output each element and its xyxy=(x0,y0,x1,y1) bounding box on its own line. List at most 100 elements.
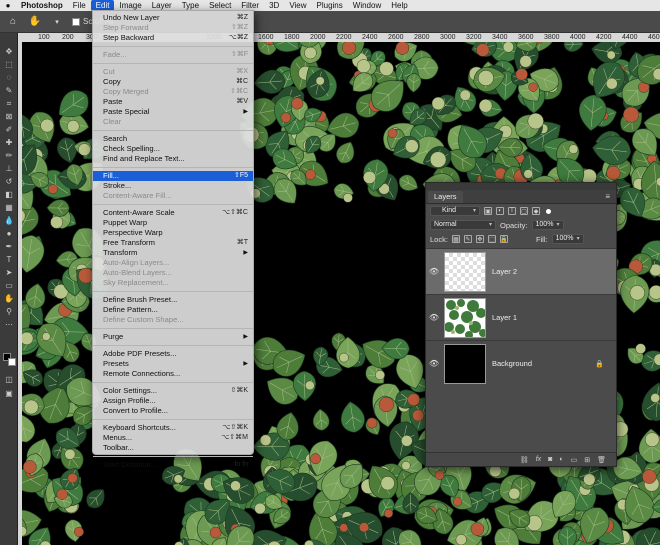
lock-transparent-icon[interactable]: ▦ xyxy=(451,235,460,243)
filter-type-icon[interactable]: T xyxy=(508,207,516,215)
menu-item-presets[interactable]: Presets ▶ xyxy=(93,359,253,369)
lock-artboard-icon[interactable]: ⬚ xyxy=(487,235,496,243)
menu-item-menus[interactable]: Menus... ⌥⇧⌘M xyxy=(93,433,253,443)
filter-toggle-icon[interactable] xyxy=(546,208,551,214)
layer-lock-icon[interactable]: 🔒 xyxy=(595,360,604,368)
lasso-tool-icon[interactable]: ◌ xyxy=(0,71,18,84)
menu-item-paste-special[interactable]: Paste Special ▶ xyxy=(93,107,253,117)
screen-mode-icon[interactable]: ▣ xyxy=(0,387,18,400)
brush-tool-icon[interactable]: ✏ xyxy=(0,149,18,162)
menu-help[interactable]: Help xyxy=(386,0,412,11)
menu-item-color-settings[interactable]: Color Settings... ⇧⌘K xyxy=(93,386,253,396)
menu-item-content-aware-scale[interactable]: Content-Aware Scale ⌥⇧⌘C xyxy=(93,208,253,218)
visibility-eye-icon[interactable]: 👁 xyxy=(426,313,442,322)
eyedropper-tool-icon[interactable]: ✐ xyxy=(0,123,18,136)
history-brush-icon[interactable]: ↺ xyxy=(0,175,18,188)
panel-menu-icon[interactable]: ≡ xyxy=(605,192,610,201)
layer-row[interactable]: 👁 Layer 2 xyxy=(426,248,616,294)
rectangle-tool-icon[interactable]: ▭ xyxy=(0,279,18,292)
home-icon[interactable]: ⌂ xyxy=(6,15,20,29)
menu-plugins[interactable]: Plugins xyxy=(312,0,348,11)
layer-thumbnail[interactable] xyxy=(444,297,487,339)
menu-item-fill[interactable]: Fill... ⇧F5 xyxy=(93,171,253,181)
layer-name[interactable]: Layer 1 xyxy=(492,313,517,322)
filter-smart-object-icon[interactable]: ◆ xyxy=(532,207,540,215)
eraser-tool-icon[interactable]: ◧ xyxy=(0,188,18,201)
type-tool-icon[interactable]: T xyxy=(0,253,18,266)
pen-tool-icon[interactable]: ✒ xyxy=(0,240,18,253)
healing-brush-icon[interactable]: ✚ xyxy=(0,136,18,149)
menu-item-purge[interactable]: Purge ▶ xyxy=(93,332,253,342)
crop-tool-icon[interactable]: ⌗ xyxy=(0,97,18,110)
gradient-tool-icon[interactable]: ▦ xyxy=(0,201,18,214)
quick-select-tool-icon[interactable]: ✎ xyxy=(0,84,18,97)
menu-item-transform[interactable]: Transform ▶ xyxy=(93,248,253,258)
lock-image-icon[interactable]: ✎ xyxy=(463,235,472,243)
menu-item-perspective-warp[interactable]: Perspective Warp xyxy=(93,228,253,238)
menu-item-keyboard-shortcuts[interactable]: Keyboard Shortcuts... ⌥⇧⌘K xyxy=(93,423,253,433)
layer-row[interactable]: 👁 Layer 1 xyxy=(426,294,616,340)
menu-item-paste[interactable]: Paste ⌘V xyxy=(93,97,253,107)
new-layer-icon[interactable]: ⊞ xyxy=(584,456,590,464)
menu-item-step-backward[interactable]: Step Backward ⌥⌘Z xyxy=(93,33,253,43)
menu-window[interactable]: Window xyxy=(348,0,386,11)
layer-name[interactable]: Background xyxy=(492,359,532,368)
dodge-tool-icon[interactable]: ● xyxy=(0,227,18,240)
menu-item-convert-to-profile[interactable]: Convert to Profile... xyxy=(93,406,253,416)
mask-icon[interactable]: ◙ xyxy=(548,456,552,463)
filter-pixel-icon[interactable]: ▣ xyxy=(484,207,492,215)
clone-stamp-icon[interactable]: ⊥ xyxy=(0,162,18,175)
panel-titlebar[interactable] xyxy=(426,183,616,190)
opacity-input[interactable]: 100% ▾ xyxy=(531,220,564,230)
menu-item-check-spelling[interactable]: Check Spelling... xyxy=(93,144,253,154)
menu-item-toolbar[interactable]: Toolbar... xyxy=(93,443,253,453)
marquee-tool-icon[interactable]: ⬚ xyxy=(0,58,18,71)
hand-tool-icon[interactable]: ✋ xyxy=(28,15,42,29)
layer-thumbnail[interactable] xyxy=(444,251,486,292)
menu-item-define-brush-preset[interactable]: Define Brush Preset... xyxy=(93,295,253,305)
move-tool-icon[interactable]: ✥ xyxy=(0,45,18,58)
tab-layers[interactable]: Layers xyxy=(428,191,463,203)
menu-app-name[interactable]: Photoshop xyxy=(16,0,68,11)
layer-row[interactable]: 👁 Background 🔒 xyxy=(426,340,616,386)
menu-item-search[interactable]: Search xyxy=(93,134,253,144)
quick-mask-icon[interactable]: ◫ xyxy=(0,373,18,386)
menu-item-free-transform[interactable]: Free Transform ⌘T xyxy=(93,238,253,248)
group-icon[interactable]: ▭ xyxy=(571,456,578,464)
visibility-eye-icon[interactable]: 👁 xyxy=(426,359,442,368)
menu-item-puppet-warp[interactable]: Puppet Warp xyxy=(93,218,253,228)
menu-file[interactable]: File xyxy=(68,0,91,11)
menu-item-adobe-pdf-presets[interactable]: Adobe PDF Presets... xyxy=(93,349,253,359)
frame-tool-icon[interactable]: ⊠ xyxy=(0,110,18,123)
menu-item-start-dictation[interactable]: Start Dictation... fn fn xyxy=(93,460,253,470)
blur-tool-icon[interactable]: 💧 xyxy=(0,214,18,227)
filter-adjustment-icon[interactable]: ◐ xyxy=(496,207,504,215)
menu-item-copy[interactable]: Copy ⌘C xyxy=(93,77,253,87)
link-icon[interactable]: ⛓ xyxy=(520,456,529,464)
filter-shape-icon[interactable]: ▢ xyxy=(520,207,528,215)
fx-icon[interactable]: fx xyxy=(536,456,541,463)
fill-input[interactable]: 100% ▾ xyxy=(551,234,584,244)
blend-mode-dropdown[interactable]: Normal ▾ xyxy=(430,220,496,230)
layer-thumbnail[interactable] xyxy=(444,343,486,384)
menu-item-remote-connections[interactable]: Remote Connections... xyxy=(93,369,253,379)
path-select-icon[interactable]: ➤ xyxy=(0,266,18,279)
hand-tool-icon[interactable]: ✋ xyxy=(0,292,18,305)
apple-icon[interactable]: ● xyxy=(0,1,16,10)
menu-3d[interactable]: 3D xyxy=(264,0,284,11)
adjustment-icon[interactable]: ◐ xyxy=(559,456,563,463)
menu-item-undo-new-layer[interactable]: Undo New Layer ⌘Z xyxy=(93,13,253,23)
layer-name[interactable]: Layer 2 xyxy=(492,267,517,276)
visibility-eye-icon[interactable]: 👁 xyxy=(426,267,442,276)
checkbox-box[interactable] xyxy=(72,17,80,26)
menu-item-find-and-replace-text[interactable]: Find and Replace Text... xyxy=(93,154,253,164)
lock-all-icon[interactable]: 🔒 xyxy=(499,235,508,243)
more-tools-icon[interactable]: ⋯ xyxy=(0,318,18,331)
zoom-tool-icon[interactable]: ⚲ xyxy=(0,305,18,318)
menu-item-define-pattern[interactable]: Define Pattern... xyxy=(93,305,253,315)
menu-item-stroke[interactable]: Stroke... xyxy=(93,181,253,191)
menu-view[interactable]: View xyxy=(284,0,311,11)
tool-preset-chevron-icon[interactable]: ▾ xyxy=(50,15,64,29)
trash-icon[interactable]: 🗑 xyxy=(597,456,606,464)
lock-position-icon[interactable]: ✥ xyxy=(475,235,484,243)
